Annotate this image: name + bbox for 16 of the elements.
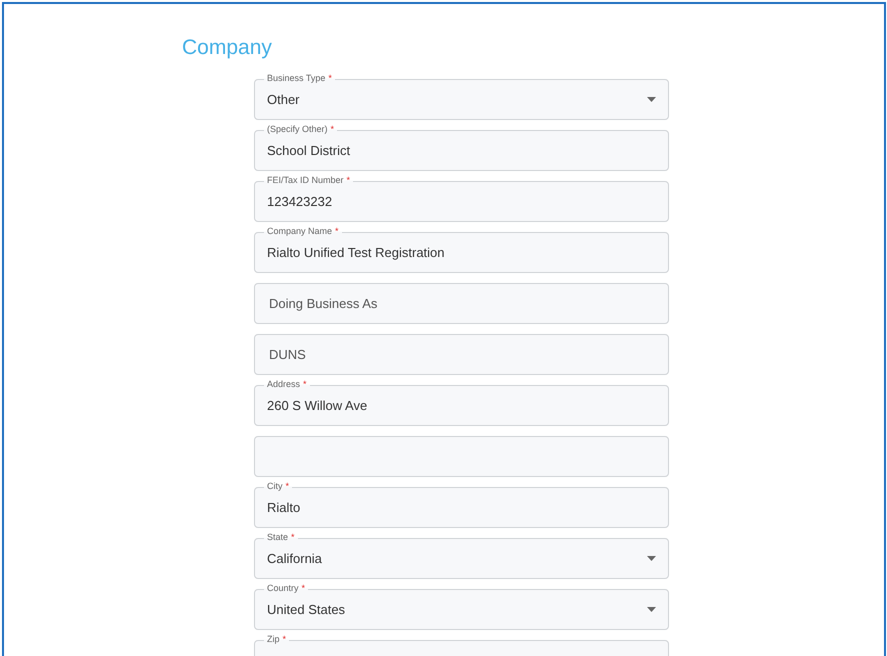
field-label: City * (264, 481, 292, 492)
field-label: (Specify Other) * (264, 124, 338, 135)
field-label: Zip * (264, 634, 290, 645)
field-label: Country * (264, 583, 308, 594)
field-label: Business Type * (264, 73, 335, 84)
field-label: State * (264, 532, 298, 543)
caret-icon (647, 556, 656, 561)
input-field[interactable]: DUNS (254, 334, 669, 375)
field-label: FEI/Tax ID Number * (264, 175, 354, 186)
caret-icon (647, 607, 656, 612)
field-label: Company Name * (264, 226, 342, 237)
field-label: Address * (264, 379, 310, 390)
caret-icon (647, 97, 656, 102)
input-field[interactable] (254, 436, 669, 477)
section-title: Company (182, 36, 272, 60)
input-field[interactable]: Doing Business As (254, 283, 669, 324)
